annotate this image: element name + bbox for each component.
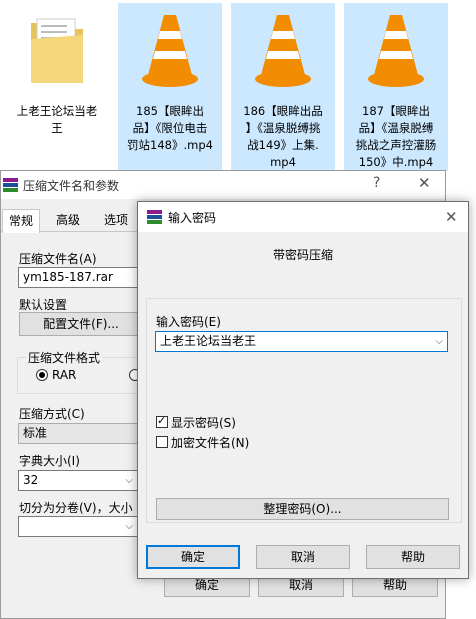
- profiles-button[interactable]: 配置文件(F)...: [19, 312, 143, 336]
- file-tile-video[interactable]: 187【眼眸出 品】《温泉脱缚 挑战之声控灌肠 150》中.mp4: [344, 3, 448, 171]
- dialog-title: 输入密码: [168, 211, 217, 225]
- file-tile-folder[interactable]: 上老王论坛当老 王: [5, 3, 109, 171]
- method-label: 压缩方式(C): [19, 407, 85, 421]
- radio-rar-label: RAR: [52, 368, 77, 382]
- archive-name-input[interactable]: ym185-187.rar: [18, 267, 143, 288]
- file-tile-video[interactable]: 185【眼眸出 品】《限位电击 罚站148》.mp4: [118, 3, 222, 171]
- dict-size-value: 32: [23, 473, 39, 487]
- help-button[interactable]: 帮助: [366, 545, 460, 569]
- show-password-label: 显示密码(S): [171, 416, 236, 430]
- winrar-icon: [3, 178, 18, 192]
- checkmark-icon: ✓: [157, 414, 167, 427]
- chevron-down-icon: ⌵: [125, 475, 133, 486]
- split-volume-label: 切分为分卷(V)，大小: [19, 501, 133, 515]
- tab-options[interactable]: 选项: [98, 209, 134, 231]
- close-icon[interactable]: ✕: [418, 174, 431, 192]
- password-input[interactable]: 上老王论坛当老王 ⌵: [155, 331, 448, 352]
- radio-rar[interactable]: [36, 369, 48, 381]
- chevron-down-icon[interactable]: ⌵: [435, 332, 443, 351]
- folder-icon: [31, 18, 83, 83]
- default-settings-label: 默认设置: [19, 298, 68, 312]
- dialog-heading: 带密码压缩: [272, 248, 333, 262]
- chevron-down-icon: ⌵: [125, 521, 133, 532]
- winrar-icon: [147, 210, 162, 224]
- ok-button[interactable]: 确定: [146, 545, 240, 569]
- tab-advanced[interactable]: 高级: [50, 209, 86, 231]
- password-label: 输入密码(E): [156, 315, 221, 329]
- file-name: 186【眼眸出品 】《温泉脱缚挑 战149》上集. mp4: [243, 104, 323, 169]
- file-tile-video[interactable]: 186【眼眸出品 】《温泉脱缚挑 战149》上集. mp4: [231, 3, 335, 171]
- title-bar: 输入密码 ✕: [138, 202, 468, 232]
- archive-name-label: 压缩文件名(A): [19, 252, 97, 266]
- split-volume-select[interactable]: ⌵: [18, 516, 138, 537]
- format-group-label: 压缩文件格式: [26, 349, 103, 366]
- vlc-cone-icon: [142, 15, 198, 87]
- dialog-title: 压缩文件名和参数: [23, 179, 120, 193]
- dict-size-select[interactable]: 32 ⌵: [18, 470, 138, 491]
- show-password-checkbox[interactable]: ✓: [156, 414, 168, 428]
- organize-passwords-button[interactable]: 整理密码(O)...: [156, 498, 449, 520]
- method-value: 标准: [23, 426, 48, 440]
- file-explorer: 上老王论坛当老 王 185【眼眸出 品】《限位电击 罚站148》.mp4 186…: [0, 0, 476, 175]
- vlc-cone-icon: [255, 15, 311, 87]
- title-bar: 压缩文件名和参数 ? ✕: [1, 171, 445, 199]
- dict-size-label: 字典大小(I): [19, 454, 80, 468]
- close-icon[interactable]: ✕: [445, 208, 458, 226]
- vlc-cone-icon: [368, 15, 424, 87]
- method-select[interactable]: 标准: [18, 423, 143, 444]
- password-value: 上老王论坛当老王: [160, 334, 257, 348]
- password-dialog: 输入密码 ✕ 带密码压缩 输入密码(E) 上老王论坛当老王 ⌵ ✓ 显示密码(S…: [137, 201, 469, 579]
- file-name: 187【眼眸出 品】《温泉脱缚 挑战之声控灌肠 150》中.mp4: [355, 104, 437, 169]
- file-name: 185【眼眸出 品】《限位电击 罚站148》.mp4: [127, 104, 213, 152]
- encrypt-names-label: 加密文件名(N): [171, 436, 250, 450]
- cancel-button[interactable]: 取消: [256, 545, 350, 569]
- help-icon[interactable]: ?: [373, 175, 380, 191]
- file-name: 上老王论坛当老 王: [16, 104, 98, 135]
- encrypt-names-checkbox[interactable]: [156, 436, 168, 448]
- tab-general[interactable]: 常规: [2, 209, 41, 233]
